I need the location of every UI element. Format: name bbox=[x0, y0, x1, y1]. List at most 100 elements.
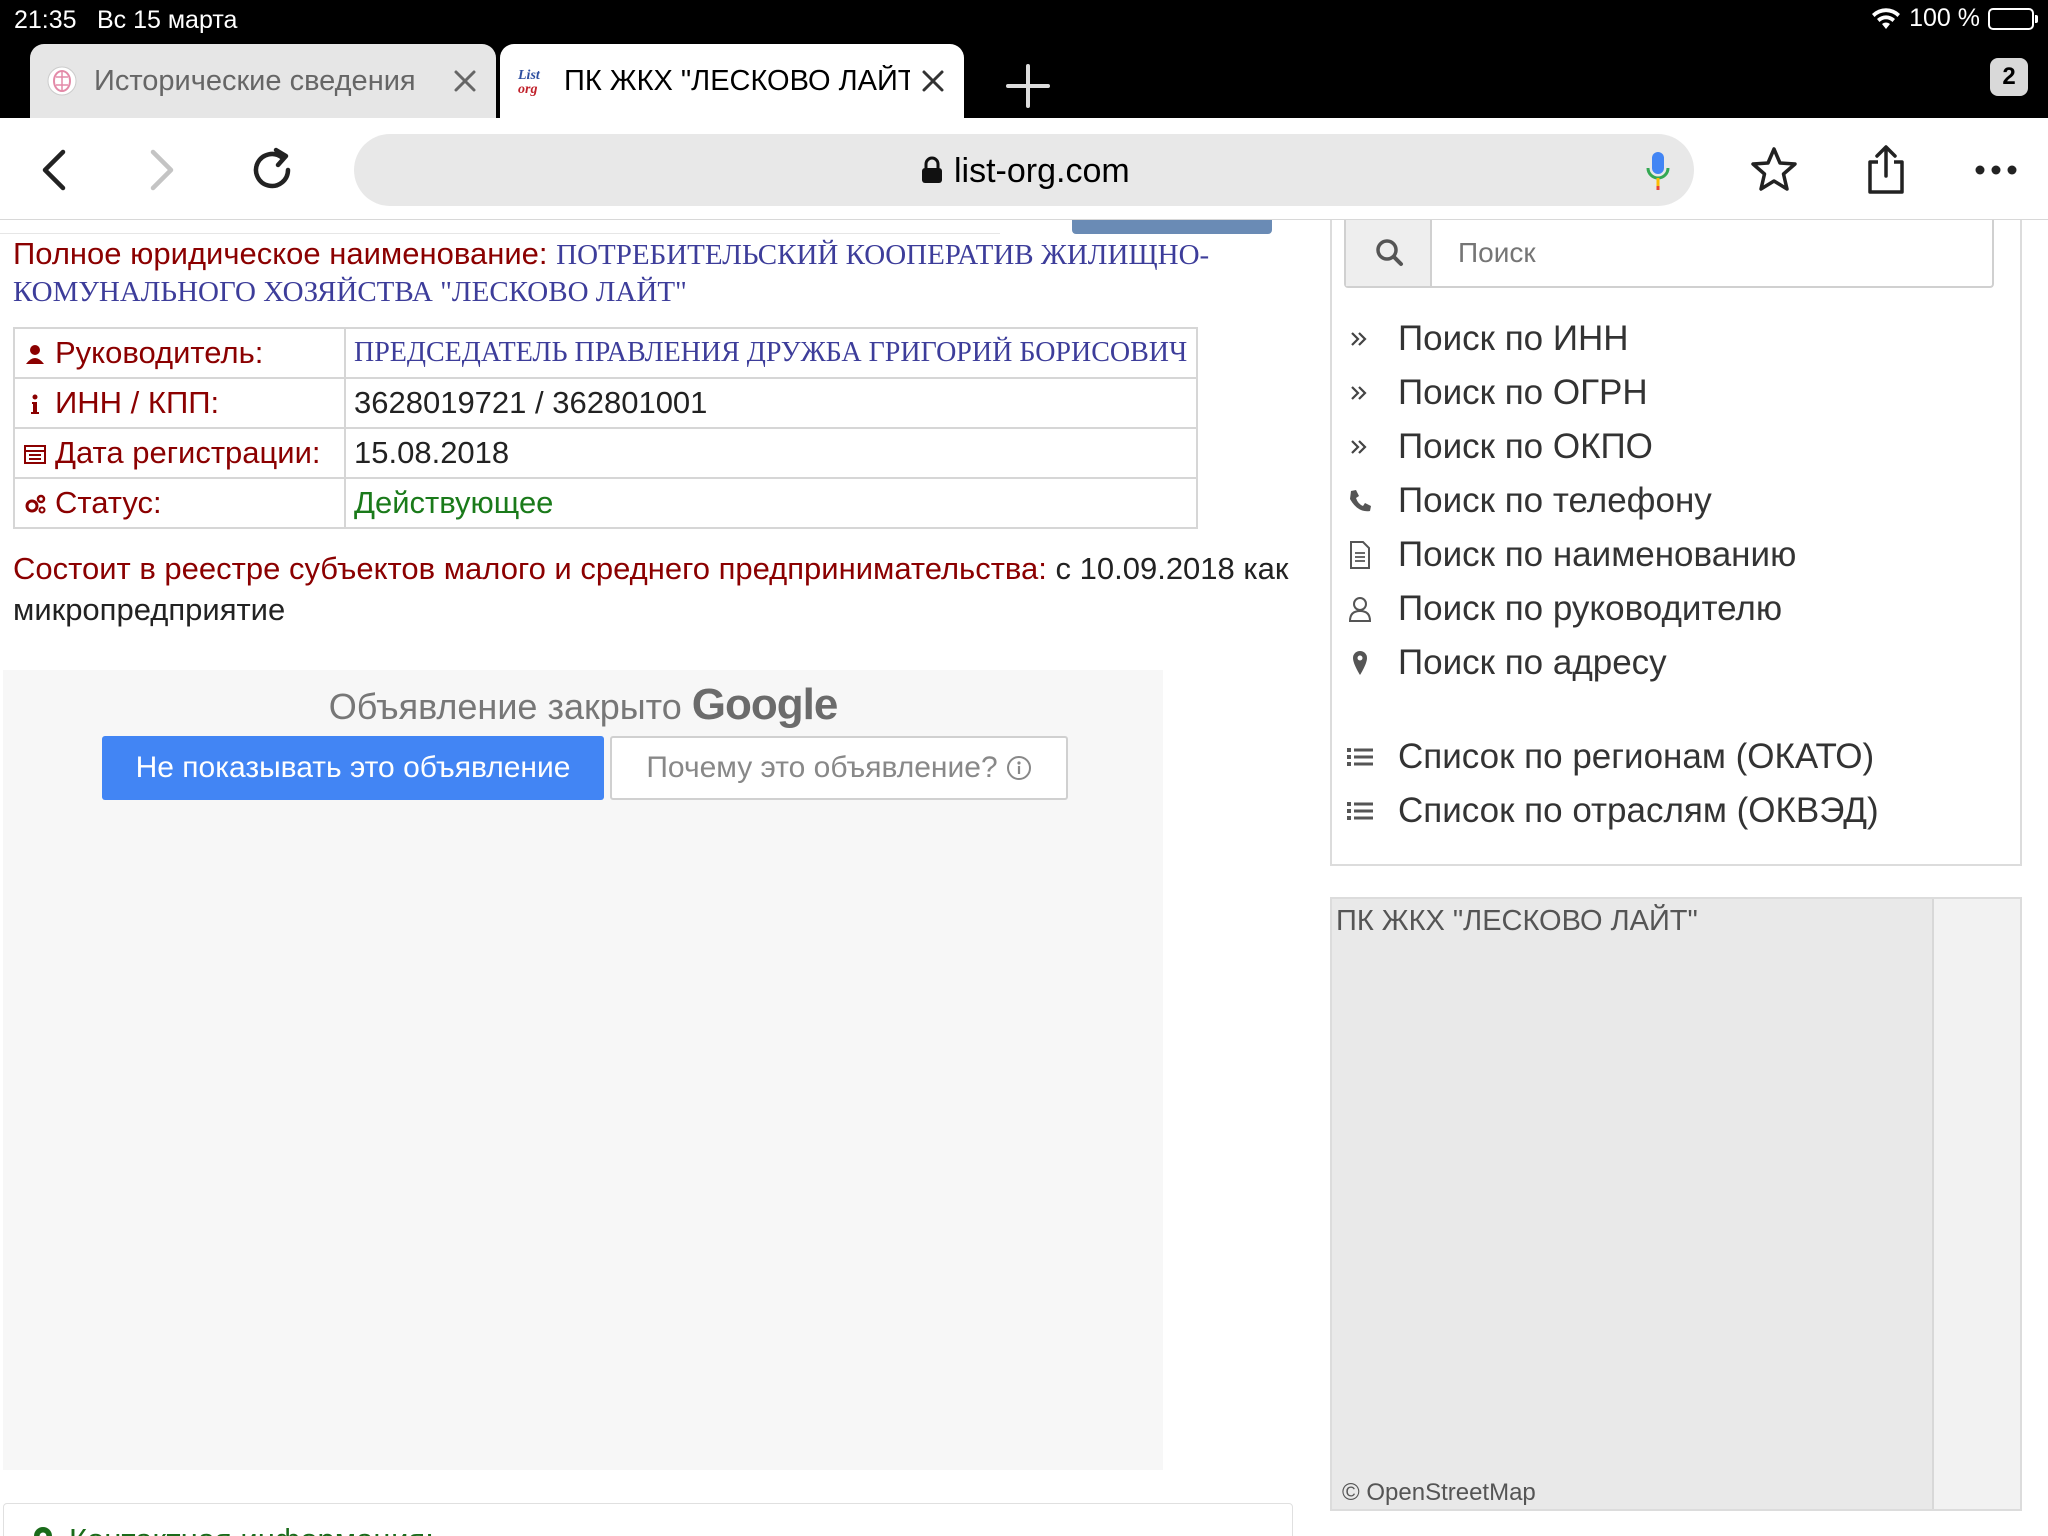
table-row: Руководитель: ПРЕДСЕДАТЕЛЬ ПРАВЛЕНИЯ ДРУ… bbox=[13, 327, 1198, 379]
status-time: 21:35 bbox=[14, 6, 77, 34]
tab-list-org[interactable]: List org ПК ЖКХ "ЛЕСКОВО ЛАЙТ" bbox=[500, 44, 964, 118]
close-tab-icon[interactable] bbox=[918, 66, 948, 96]
search-by-phone-link[interactable]: Поиск по телефону bbox=[1344, 474, 2004, 528]
search-links-list: Поиск по ИНН Поиск по ОГРН Поиск по ОКПО… bbox=[1344, 312, 2004, 838]
inn-label-cell: ИНН / КПП: bbox=[13, 377, 346, 429]
share-button-remnant[interactable] bbox=[1072, 220, 1272, 234]
ad-closed-text: Объявление закрыто bbox=[328, 686, 682, 727]
list-by-industries-link[interactable]: Список по отраслям (ОКВЭД) bbox=[1344, 784, 2004, 838]
reg-date-label-cell: Дата регистрации: bbox=[13, 427, 346, 479]
link-label: Поиск по наименованию bbox=[1398, 535, 1797, 574]
contact-info-heading: Контактная информация: bbox=[69, 1522, 434, 1536]
map-title: ПК ЖКХ "ЛЕСКОВО ЛАЙТ" bbox=[1336, 905, 1698, 937]
full-legal-name: Полное юридическое наименование: ПОТРЕБИ… bbox=[13, 236, 1283, 310]
contact-info-section: Контактная информация: bbox=[3, 1503, 1293, 1536]
battery-icon bbox=[1988, 7, 2038, 30]
table-row: Статус: Действующее bbox=[13, 477, 1198, 529]
ad-block: Объявление закрыто Google Не показывать … bbox=[3, 670, 1163, 1470]
status-label-cell: Статус: bbox=[13, 477, 346, 529]
link-label: Список по отраслям (ОКВЭД) bbox=[1398, 791, 1879, 830]
status-date: Вс 15 марта bbox=[97, 6, 238, 34]
director-value[interactable]: ПРЕДСЕДАТЕЛЬ ПРАВЛЕНИЯ ДРУЖБА ГРИГОРИЙ Б… bbox=[344, 327, 1198, 379]
close-tab-icon[interactable] bbox=[450, 66, 480, 96]
tab-count-button[interactable]: 2 bbox=[1990, 58, 2028, 96]
svg-text:List: List bbox=[517, 68, 541, 83]
list-org-logo-icon: List org bbox=[517, 68, 541, 97]
table-row: Дата регистрации: 15.08.2018 bbox=[13, 427, 1198, 479]
link-label: Список по регионам (ОКАТО) bbox=[1398, 737, 1875, 776]
link-label: Поиск по ОКПО bbox=[1398, 427, 1653, 466]
document-icon bbox=[1350, 541, 1370, 569]
full-name-label: Полное юридическое наименование: bbox=[13, 236, 548, 271]
map-pin-icon bbox=[1353, 651, 1367, 675]
search-sidebar: Поиск по ИНН Поиск по ОГРН Поиск по ОКПО… bbox=[1330, 220, 2022, 866]
search-input[interactable] bbox=[1436, 220, 1986, 286]
why-ad-label: Почему это объявление? bbox=[646, 751, 998, 784]
url-text: list-org.com bbox=[954, 152, 1130, 190]
status-right: 100 % bbox=[1871, 4, 2038, 33]
forward-icon[interactable] bbox=[134, 144, 186, 196]
double-chevron-icon bbox=[1351, 386, 1367, 400]
msp-label: Состоит в реестре субъектов малого и сре… bbox=[13, 551, 1047, 586]
map-widget[interactable]: ПК ЖКХ "ЛЕСКОВО ЛАЙТ" © OpenStreetMap bbox=[1330, 897, 2022, 1511]
brain-logo-icon bbox=[47, 66, 77, 96]
tab-historical[interactable]: Исторические сведения bbox=[30, 44, 496, 118]
list-by-regions-link[interactable]: Список по регионам (ОКАТО) bbox=[1344, 730, 2004, 784]
search-by-address-link[interactable]: Поиск по адресу bbox=[1344, 636, 2004, 690]
page-content: Полное юридическое наименование: ПОТРЕБИ… bbox=[0, 220, 2048, 1536]
nav-bar: list-org.com bbox=[0, 118, 2048, 220]
battery-percent: 100 % bbox=[1909, 4, 1980, 32]
bookmark-star-icon[interactable] bbox=[1748, 144, 1800, 196]
reg-date-value: 15.08.2018 bbox=[344, 427, 1198, 479]
reg-date-label: Дата регистрации: bbox=[55, 435, 321, 470]
gears-icon bbox=[25, 494, 46, 514]
hide-ad-button[interactable]: Не показывать это объявление bbox=[102, 736, 604, 800]
director-label: Руководитель: bbox=[55, 335, 264, 370]
search-by-okpo-link[interactable]: Поиск по ОКПО bbox=[1344, 420, 2004, 474]
search-by-inn-link[interactable]: Поиск по ИНН bbox=[1344, 312, 2004, 366]
person-outline-icon bbox=[1348, 597, 1372, 622]
why-ad-button[interactable]: Почему это объявление? bbox=[610, 736, 1068, 800]
info-icon bbox=[31, 394, 39, 414]
status-value: Действующее bbox=[344, 477, 1198, 529]
map-canvas[interactable]: ПК ЖКХ "ЛЕСКОВО ЛАЙТ" © OpenStreetMap bbox=[1332, 899, 1934, 1509]
map-pin-icon bbox=[34, 1527, 52, 1536]
link-label: Поиск по руководителю bbox=[1398, 589, 1783, 628]
double-chevron-icon bbox=[1351, 332, 1367, 346]
tab-title: ПК ЖКХ "ЛЕСКОВО ЛАЙТ" bbox=[564, 64, 910, 97]
share-icon[interactable] bbox=[1860, 144, 1912, 196]
msp-registry-info: Состоит в реестре субъектов малого и сре… bbox=[13, 548, 1293, 630]
search-by-director-link[interactable]: Поиск по руководителю bbox=[1344, 582, 2004, 636]
google-logo: Google bbox=[691, 680, 839, 729]
map-attribution[interactable]: © OpenStreetMap bbox=[1342, 1479, 1536, 1507]
reload-icon[interactable] bbox=[246, 144, 298, 196]
phone-icon bbox=[1350, 490, 1371, 512]
search-by-ogrn-link[interactable]: Поиск по ОГРН bbox=[1344, 366, 2004, 420]
lock-icon bbox=[922, 156, 942, 183]
tab-bar: Исторические сведения List org ПК ЖКХ "Л… bbox=[0, 40, 2048, 118]
inn-label: ИНН / КПП: bbox=[55, 385, 220, 420]
double-chevron-icon bbox=[1351, 440, 1367, 454]
search-by-name-link[interactable]: Поиск по наименованию bbox=[1344, 528, 2004, 582]
status-bar: 21:35 Вс 15 марта 100 % bbox=[0, 0, 2048, 40]
status-label: Статус: bbox=[55, 485, 162, 520]
info-circle-icon bbox=[1006, 756, 1031, 780]
tab-title: Исторические сведения bbox=[94, 64, 416, 97]
link-label: Поиск по адресу bbox=[1398, 643, 1667, 682]
search-box bbox=[1344, 220, 1994, 288]
link-label: Поиск по телефону bbox=[1398, 481, 1712, 520]
microphone-icon[interactable] bbox=[1644, 150, 1672, 192]
ad-closed-message: Объявление закрыто Google bbox=[3, 680, 1163, 730]
svg-text:org: org bbox=[518, 82, 537, 97]
more-options-icon[interactable] bbox=[1970, 144, 2022, 196]
new-tab-plus-icon[interactable] bbox=[1000, 58, 1056, 114]
link-label: Поиск по ИНН bbox=[1398, 319, 1629, 358]
calendar-icon bbox=[24, 445, 46, 464]
search-button[interactable] bbox=[1346, 220, 1432, 286]
address-bar[interactable]: list-org.com bbox=[354, 134, 1694, 206]
back-icon[interactable] bbox=[30, 144, 82, 196]
user-icon bbox=[26, 345, 44, 364]
company-info-table: Руководитель: ПРЕДСЕДАТЕЛЬ ПРАВЛЕНИЯ ДРУ… bbox=[13, 327, 1198, 529]
search-icon bbox=[1376, 239, 1403, 266]
director-label-cell: Руководитель: bbox=[13, 327, 346, 379]
